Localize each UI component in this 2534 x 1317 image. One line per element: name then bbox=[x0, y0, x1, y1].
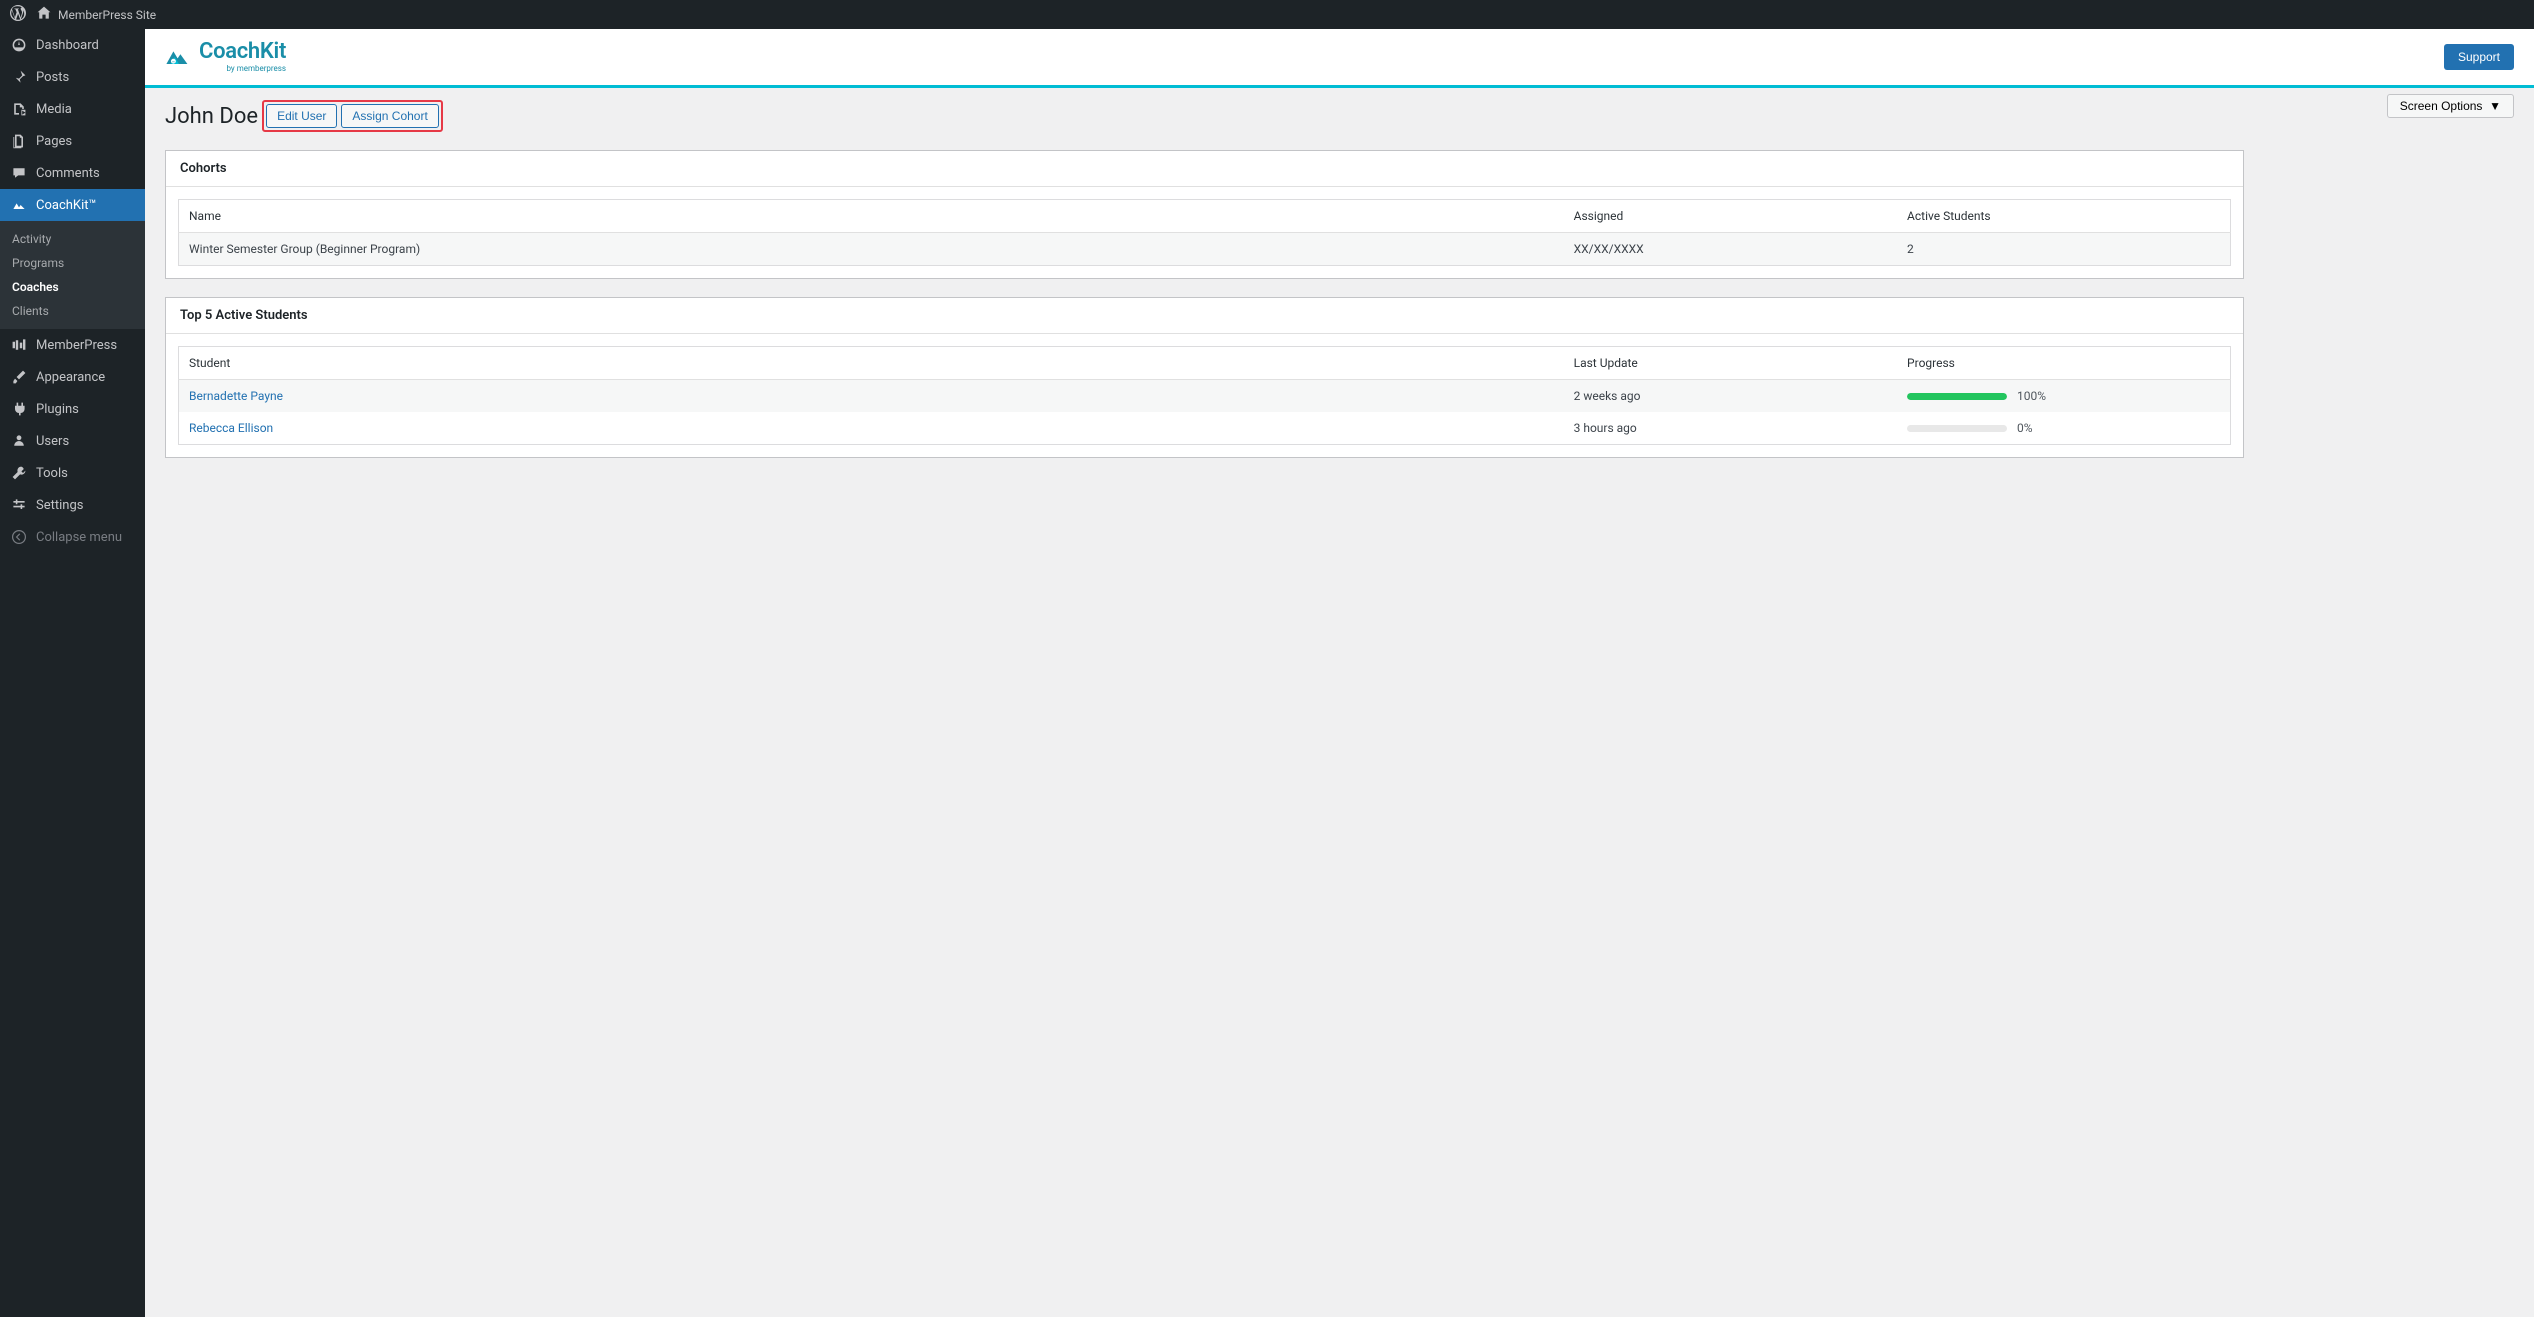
menu-comments[interactable]: Comments bbox=[0, 157, 145, 189]
submenu-programs[interactable]: Programs bbox=[0, 251, 145, 275]
student-link[interactable]: Rebecca Ellison bbox=[189, 421, 273, 435]
cohorts-table: Name Assigned Active Students Winter Sem… bbox=[178, 199, 2231, 266]
panel-title: Cohorts bbox=[166, 151, 2243, 187]
menu-coachkit[interactable]: CoachKit™ bbox=[0, 189, 145, 221]
submenu-clients[interactable]: Clients bbox=[0, 299, 145, 323]
menu-label: MemberPress bbox=[36, 338, 117, 353]
title-actions-highlight: Edit User Assign Cohort bbox=[262, 100, 443, 132]
cell-progress: 0% bbox=[1897, 412, 2230, 445]
cell-last-update: 3 hours ago bbox=[1564, 412, 1897, 445]
brand-logo-icon: m bbox=[165, 46, 193, 68]
table-row: Bernadette Payne 2 weeks ago 100% bbox=[179, 380, 2231, 413]
menu-label: Comments bbox=[36, 166, 100, 181]
menu-posts[interactable]: Posts bbox=[0, 61, 145, 93]
pin-icon bbox=[10, 68, 28, 86]
progress-value: 0% bbox=[2017, 421, 2033, 435]
coachkit-submenu: Activity Programs Coaches Clients bbox=[0, 221, 145, 329]
th-progress: Progress bbox=[1897, 347, 2230, 380]
brand-name: CoachKit bbox=[199, 41, 286, 63]
page-top: Screen Options ▼ John Doe Edit User Assi… bbox=[145, 88, 2534, 140]
site-name: MemberPress Site bbox=[58, 8, 156, 22]
th-student: Student bbox=[179, 347, 1564, 380]
collapse-icon bbox=[10, 528, 28, 546]
cell-last-update: 2 weeks ago bbox=[1564, 380, 1897, 413]
mountain-icon bbox=[10, 196, 28, 214]
menu-label: Posts bbox=[36, 70, 69, 85]
menu-label: Tools bbox=[36, 466, 68, 481]
cell-progress: 100% bbox=[1897, 380, 2230, 413]
assign-cohort-button[interactable]: Assign Cohort bbox=[341, 104, 438, 128]
students-panel: Top 5 Active Students Student Last Updat… bbox=[165, 297, 2244, 458]
wordpress-logo[interactable] bbox=[10, 5, 26, 24]
home-icon bbox=[36, 5, 52, 24]
students-table: Student Last Update Progress Bernadette … bbox=[178, 346, 2231, 445]
comments-icon bbox=[10, 164, 28, 182]
menu-dashboard[interactable]: Dashboard bbox=[0, 29, 145, 61]
user-icon bbox=[10, 432, 28, 450]
menu-label: Media bbox=[36, 102, 72, 117]
menu-label: Plugins bbox=[36, 402, 79, 417]
cell-active: 2 bbox=[1897, 233, 2230, 266]
support-button[interactable]: Support bbox=[2444, 44, 2514, 70]
table-row: Winter Semester Group (Beginner Program)… bbox=[179, 233, 2231, 266]
memberpress-icon bbox=[10, 336, 28, 354]
menu-users[interactable]: Users bbox=[0, 425, 145, 457]
sliders-icon bbox=[10, 496, 28, 514]
admin-sidebar: Dashboard Posts Media Pages Comments Coa… bbox=[0, 29, 145, 1317]
media-icon bbox=[10, 100, 28, 118]
menu-appearance[interactable]: Appearance bbox=[0, 361, 145, 393]
menu-label: Collapse menu bbox=[36, 530, 122, 545]
th-assigned: Assigned bbox=[1564, 200, 1897, 233]
cell-student: Bernadette Payne bbox=[179, 380, 1564, 413]
admin-bar: MemberPress Site bbox=[0, 0, 2534, 29]
content-header: m CoachKit by memberpress Support bbox=[145, 29, 2534, 88]
th-name: Name bbox=[179, 200, 1564, 233]
progress-value: 100% bbox=[2017, 389, 2046, 403]
th-active: Active Students bbox=[1897, 200, 2230, 233]
student-link[interactable]: Bernadette Payne bbox=[189, 389, 283, 403]
cell-assigned: XX/XX/XXXX bbox=[1564, 233, 1897, 266]
main-content: m CoachKit by memberpress Support Screen… bbox=[145, 29, 2534, 1317]
cell-student: Rebecca Ellison bbox=[179, 412, 1564, 445]
edit-user-button[interactable]: Edit User bbox=[266, 104, 337, 128]
pages-icon bbox=[10, 132, 28, 150]
th-last-update: Last Update bbox=[1564, 347, 1897, 380]
plug-icon bbox=[10, 400, 28, 418]
brush-icon bbox=[10, 368, 28, 386]
menu-media[interactable]: Media bbox=[0, 93, 145, 125]
menu-tools[interactable]: Tools bbox=[0, 457, 145, 489]
menu-label: Dashboard bbox=[36, 38, 99, 53]
cell-name: Winter Semester Group (Beginner Program) bbox=[179, 233, 1564, 266]
screen-options-label: Screen Options bbox=[2400, 99, 2483, 113]
menu-plugins[interactable]: Plugins bbox=[0, 393, 145, 425]
wordpress-icon bbox=[10, 5, 26, 24]
submenu-activity[interactable]: Activity bbox=[0, 227, 145, 251]
panel-title: Top 5 Active Students bbox=[166, 298, 2243, 334]
menu-label: Users bbox=[36, 434, 69, 449]
menu-label: CoachKit™ bbox=[36, 198, 97, 213]
progress-bar bbox=[1907, 425, 2007, 432]
table-row: Rebecca Ellison 3 hours ago 0% bbox=[179, 412, 2231, 445]
progress-bar bbox=[1907, 393, 2007, 400]
submenu-coaches[interactable]: Coaches bbox=[0, 275, 145, 299]
menu-label: Pages bbox=[36, 134, 72, 149]
wrench-icon bbox=[10, 464, 28, 482]
page-title: John Doe bbox=[165, 104, 258, 129]
cohorts-panel: Cohorts Name Assigned Active Students Wi… bbox=[165, 150, 2244, 279]
dashboard-icon bbox=[10, 36, 28, 54]
menu-pages[interactable]: Pages bbox=[0, 125, 145, 157]
menu-label: Settings bbox=[36, 498, 83, 513]
menu-memberpress[interactable]: MemberPress bbox=[0, 329, 145, 361]
chevron-down-icon: ▼ bbox=[2486, 99, 2501, 113]
site-link[interactable]: MemberPress Site bbox=[36, 5, 156, 24]
brand-subtitle: by memberpress bbox=[226, 64, 286, 73]
menu-collapse[interactable]: Collapse menu bbox=[0, 521, 145, 553]
menu-label: Appearance bbox=[36, 370, 105, 385]
menu-settings[interactable]: Settings bbox=[0, 489, 145, 521]
screen-options-button[interactable]: Screen Options ▼ bbox=[2387, 94, 2514, 118]
brand: m CoachKit by memberpress bbox=[165, 41, 286, 73]
